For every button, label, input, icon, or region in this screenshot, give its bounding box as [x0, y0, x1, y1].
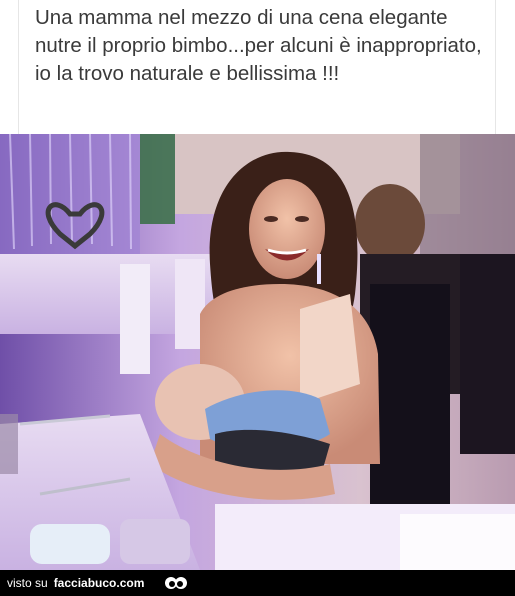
- photo: [0, 134, 515, 570]
- footer-site-link[interactable]: facciabuco.com: [54, 576, 145, 590]
- caption-text: Una mamma nel mezzo di una cena elegante…: [35, 6, 482, 85]
- footer-prefix: visto su: [7, 576, 48, 590]
- caption-panel: Una mamma nel mezzo di una cena elegante…: [18, 0, 496, 134]
- eyes-icon: [165, 577, 187, 589]
- restaurant-photo: [0, 134, 515, 570]
- footer-bar: visto su facciabuco.com: [0, 570, 515, 596]
- footer-credit: visto su facciabuco.com: [7, 576, 144, 590]
